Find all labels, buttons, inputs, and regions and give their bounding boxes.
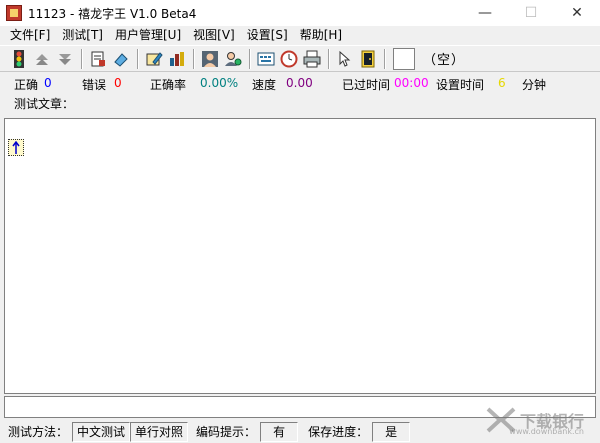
watermark-url: www.downbank.cn (509, 427, 584, 436)
print-button[interactable] (301, 48, 323, 70)
statistics-button[interactable] (166, 48, 188, 70)
stats-bar: 正确 0 错误 0 正确率 0.00% 速度 0.00 已过时间 00:00 设… (0, 72, 600, 94)
elapsed-value: 00:00 (394, 76, 429, 90)
accuracy-label: 正确率 (150, 78, 187, 92)
correct-value: 0 (44, 76, 52, 90)
clock-icon (280, 50, 298, 67)
arrow-up-icon (12, 141, 20, 154)
menu-bar: 文件[F] 测试[T] 用户管理[U] 视图[V] 设置[S] 帮助[H] (0, 26, 600, 45)
accuracy-value: 0.00% (200, 76, 239, 90)
exit-button[interactable] (357, 48, 379, 70)
settime-value: 6 (498, 76, 506, 90)
typing-cursor (8, 139, 24, 156)
user-gear-icon (225, 51, 242, 66)
erase-button[interactable] (110, 48, 132, 70)
error-value: 0 (114, 76, 122, 90)
user-settings-button[interactable] (222, 48, 244, 70)
chevron-down-icon (59, 53, 71, 65)
keyboard-icon (257, 52, 275, 65)
user-button[interactable] (199, 48, 221, 70)
timer-button[interactable] (278, 48, 300, 70)
method-label: 测试方法： (8, 425, 69, 439)
window-title: 11123 - 禧龙字王 V1.0 Beta4 (28, 6, 197, 21)
keyboard-button[interactable] (255, 48, 277, 70)
level-down-button[interactable] (54, 48, 76, 70)
open-article-button[interactable] (87, 48, 109, 70)
pointer-question-icon (339, 50, 351, 67)
watermark: 下载银行 www.downbank.cn (486, 407, 584, 436)
menu-file[interactable]: 文件[F] (4, 26, 56, 45)
settime-label: 设置时间 (436, 78, 485, 92)
toolbar-separator (384, 48, 386, 69)
hint-value: 有 (260, 422, 299, 442)
minutes-label: 分钟 (522, 78, 547, 92)
error-label: 错误 (82, 78, 107, 92)
user-icon (202, 50, 218, 67)
close-button[interactable]: ✕ (554, 0, 600, 26)
edit-text-button[interactable] (143, 48, 165, 70)
menu-view[interactable]: 视图[V] (187, 26, 241, 45)
level-up-button[interactable] (31, 48, 53, 70)
compare-mode-value: 单行对照 (130, 422, 189, 442)
toolbar-separator (328, 48, 330, 69)
help-button[interactable] (334, 48, 356, 70)
minimize-button[interactable]: — (462, 0, 508, 26)
toolbar-separator (137, 48, 139, 69)
maximize-button[interactable]: ☐ (508, 0, 554, 26)
document-icon (91, 51, 105, 66)
window-controls: — ☐ ✕ (462, 0, 600, 26)
menu-user-management[interactable]: 用户管理[U] (109, 26, 187, 45)
menu-settings[interactable]: 设置[S] (241, 26, 294, 45)
current-char-label: （空） (423, 53, 466, 68)
toolbar-separator (249, 48, 251, 69)
char-preview-box (393, 47, 415, 70)
menu-help[interactable]: 帮助[H] (294, 26, 348, 45)
traffic-light-button[interactable] (8, 48, 30, 70)
article-label: 测试文章： (14, 97, 75, 111)
printer-icon (303, 50, 321, 67)
article-display-area[interactable] (4, 118, 596, 394)
method-value: 中文测试 (72, 422, 131, 442)
elapsed-label: 已过时间 (342, 78, 391, 92)
toolbar-separator (193, 48, 195, 69)
hint-label: 编码提示： (196, 425, 257, 439)
save-label: 保存进度： (308, 425, 369, 439)
toolbar-separator (81, 48, 83, 69)
menu-test[interactable]: 测试[T] (56, 26, 109, 45)
door-exit-icon (361, 50, 375, 67)
chevron-up-icon (36, 53, 48, 65)
bar-chart-icon (170, 51, 184, 66)
eraser-icon (114, 52, 128, 67)
speed-label: 速度 (252, 78, 277, 92)
correct-label: 正确 (14, 78, 39, 92)
speed-value: 0.00 (286, 76, 313, 90)
traffic-light-icon (14, 49, 24, 68)
title-bar: 11123 - 禧龙字王 V1.0 Beta4 — ☐ ✕ (0, 0, 600, 26)
toolbar: （空） (0, 45, 600, 72)
save-value: 是 (372, 422, 411, 442)
app-icon (6, 5, 22, 21)
pencil-icon (146, 51, 163, 65)
